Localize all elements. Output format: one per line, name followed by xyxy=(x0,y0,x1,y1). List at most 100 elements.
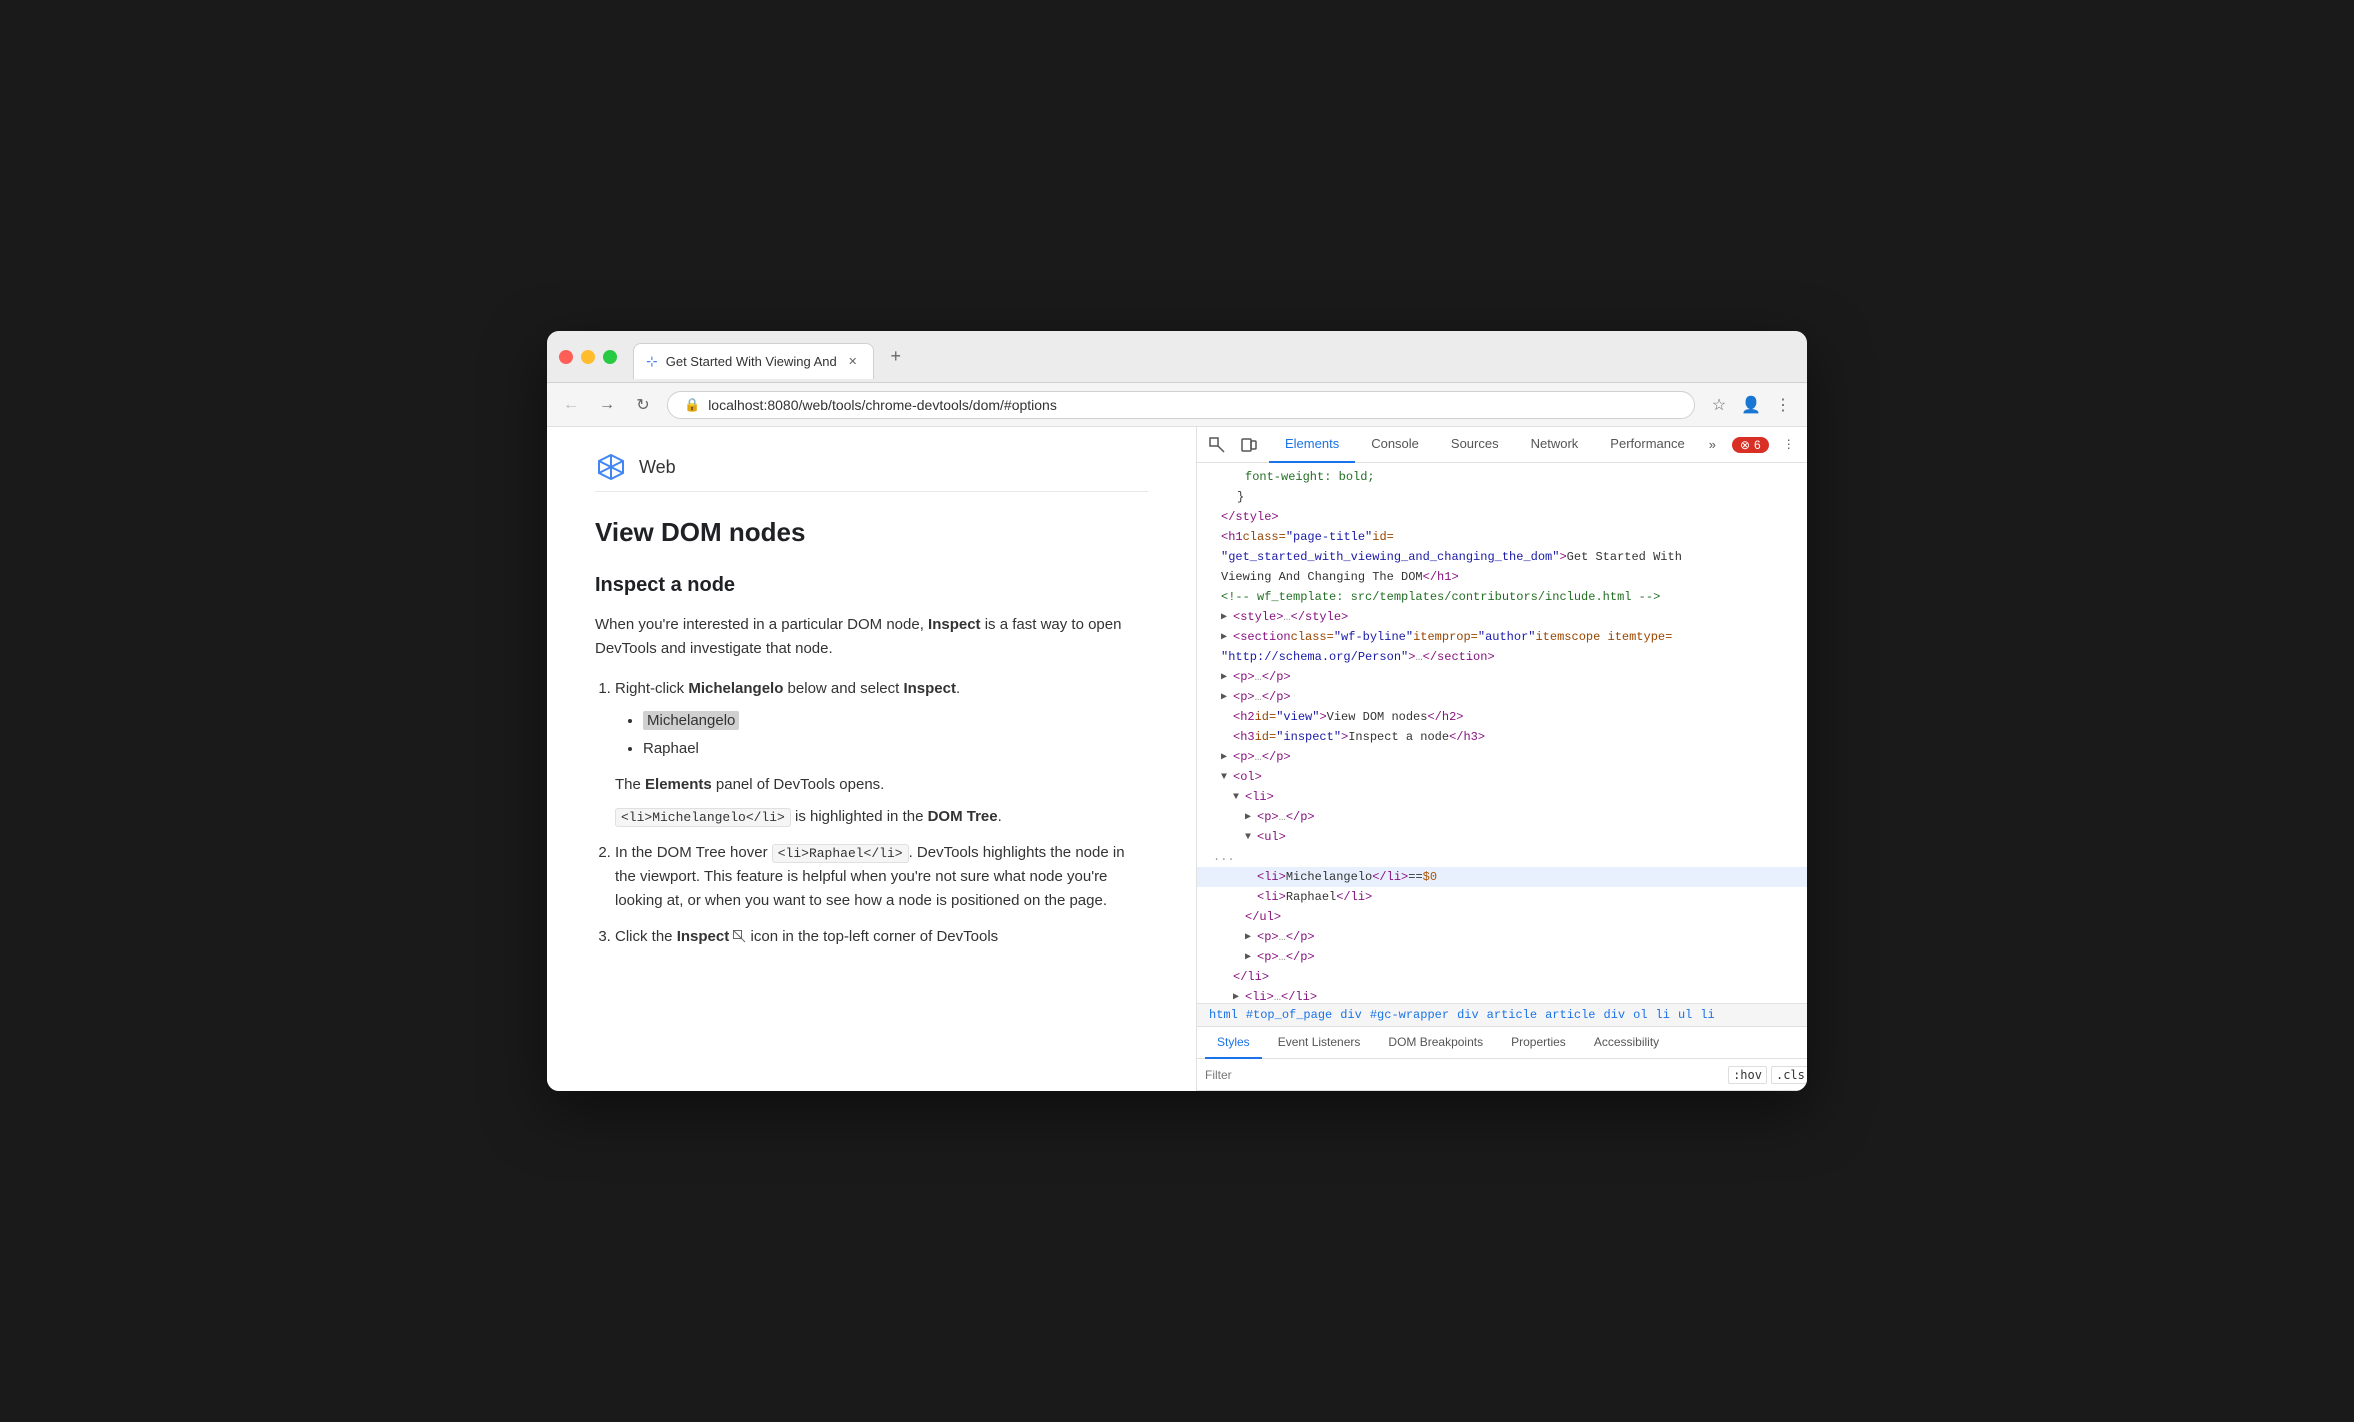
tab-dom-breakpoints[interactable]: DOM Breakpoints xyxy=(1376,1027,1495,1059)
breadcrumb-top-of-page[interactable]: #top_of_page xyxy=(1242,1008,1336,1022)
breadcrumb-gc-wrapper[interactable]: #gc-wrapper xyxy=(1366,1008,1453,1022)
dom-line-li1: ▼ <li> xyxy=(1197,787,1807,807)
raphael-text: Raphael xyxy=(643,740,699,757)
inspect-element-button[interactable] xyxy=(1205,433,1229,457)
dom-line-michelangelo[interactable]: <li>Michelangelo</li> == $0 xyxy=(1197,867,1807,887)
breadcrumb-div1[interactable]: div xyxy=(1336,1008,1366,1022)
site-name: Web xyxy=(639,457,676,478)
menu-icon[interactable]: ⋮ xyxy=(1771,393,1795,417)
tab-accessibility[interactable]: Accessibility xyxy=(1582,1027,1671,1059)
tab-properties[interactable]: Properties xyxy=(1499,1027,1578,1059)
filter-pseudo-buttons: :hov .cls xyxy=(1728,1066,1807,1084)
tab-favicon-icon: ⊹ xyxy=(646,353,658,370)
breadcrumb-html[interactable]: html xyxy=(1205,1008,1242,1022)
tab-styles[interactable]: Styles xyxy=(1205,1027,1262,1059)
page-content: Web View DOM nodes Inspect a node When y… xyxy=(547,427,1197,1091)
dom-line-li1-close: </li> xyxy=(1197,967,1807,987)
page-section-title: View DOM nodes xyxy=(595,516,1148,550)
error-badge[interactable]: ⊗ 6 xyxy=(1732,437,1769,453)
inspect-bold-step3: Inspect xyxy=(677,928,730,945)
breadcrumb-ul[interactable]: ul xyxy=(1674,1008,1696,1022)
breadcrumb-li[interactable]: li xyxy=(1652,1008,1674,1022)
dom-line-p1: ▶ <p>…</p> xyxy=(1197,667,1807,687)
dom-line-section-b: "http://schema.org/Person">…</section> xyxy=(1197,647,1807,667)
devtools-actions: ⋮ ✕ xyxy=(1777,433,1807,457)
devtools-close-button[interactable]: ✕ xyxy=(1805,433,1807,457)
dom-line-style-close: </style> xyxy=(1197,507,1807,527)
tab-performance[interactable]: Performance xyxy=(1594,427,1700,463)
security-lock-icon: 🔒 xyxy=(684,397,700,413)
dom-line: } xyxy=(1197,487,1807,507)
step-1: Right-click Michelangelo below and selec… xyxy=(615,677,1148,829)
error-icon: ⊗ xyxy=(1740,438,1750,452)
step-2: In the DOM Tree hover <li>Raphael</li>. … xyxy=(615,841,1148,913)
dom-line-h2: <h2 id="view" >View DOM nodes</h2> xyxy=(1197,707,1807,727)
url-bar[interactable]: 🔒 localhost:8080/web/tools/chrome-devtoo… xyxy=(667,391,1695,419)
tab-title: Get Started With Viewing And xyxy=(666,354,837,369)
tab-console[interactable]: Console xyxy=(1355,427,1435,463)
dom-line-p-after2: ▶ <p>…</p> xyxy=(1197,947,1807,967)
dom-tree-bold: DOM Tree xyxy=(928,808,998,825)
dom-line-comment: <!-- wf_template: src/templates/contribu… xyxy=(1197,587,1807,607)
devtools-toolbar: Elements Console Sources Network Perform… xyxy=(1197,427,1807,463)
account-icon[interactable]: 👤 xyxy=(1739,393,1763,417)
dom-line-ul-close: </ul> xyxy=(1197,907,1807,927)
subsection-heading: Inspect a node xyxy=(595,574,1148,597)
dom-line-p-after1: ▶ <p>…</p> xyxy=(1197,927,1807,947)
close-traffic-light[interactable] xyxy=(559,350,573,364)
tab-close-button[interactable]: ✕ xyxy=(845,353,861,369)
maximize-traffic-light[interactable] xyxy=(603,350,617,364)
error-count: 6 xyxy=(1754,438,1761,452)
steps-list: Right-click Michelangelo below and selec… xyxy=(595,677,1148,949)
tab-elements[interactable]: Elements xyxy=(1269,427,1355,463)
bookmark-icon[interactable]: ☆ xyxy=(1707,393,1731,417)
reload-button[interactable]: ↻ xyxy=(631,393,655,417)
elements-bold: Elements xyxy=(645,776,712,793)
breadcrumb-article1[interactable]: article xyxy=(1483,1008,1541,1022)
minimize-traffic-light[interactable] xyxy=(581,350,595,364)
dom-line-ul: ▼ <ul> xyxy=(1197,827,1807,847)
breadcrumb-article2[interactable]: article xyxy=(1541,1008,1599,1022)
tab-network[interactable]: Network xyxy=(1515,427,1595,463)
title-bar: ⊹ Get Started With Viewing And ✕ + xyxy=(547,331,1807,383)
intro-paragraph: When you're interested in a particular D… xyxy=(595,613,1148,661)
michelangelo-item: Michelangelo xyxy=(643,709,1148,733)
michelangelo-bold: Michelangelo xyxy=(688,680,783,697)
breadcrumb-li2[interactable]: li xyxy=(1696,1008,1718,1022)
dom-line-style-collapsed: ▶ <style>…</style> xyxy=(1197,607,1807,627)
dom-line-h1a: <h1 class="page-title" id= xyxy=(1197,527,1807,547)
address-bar-actions: ☆ 👤 ⋮ xyxy=(1707,393,1795,417)
dom-line-raphael: <li>Raphael</li> xyxy=(1197,887,1807,907)
step3-text: Click the Inspect icon in the top-left c… xyxy=(615,928,998,945)
browser-window: ⊹ Get Started With Viewing And ✕ + ← → ↻… xyxy=(547,331,1807,1091)
raphael-code: <li>Raphael</li> xyxy=(772,844,909,863)
content-area: Web View DOM nodes Inspect a node When y… xyxy=(547,427,1807,1091)
device-toolbar-button[interactable] xyxy=(1237,433,1261,457)
tab-event-listeners[interactable]: Event Listeners xyxy=(1266,1027,1373,1059)
devtools-menu-button[interactable]: ⋮ xyxy=(1777,433,1801,457)
cls-filter-button[interactable]: .cls xyxy=(1771,1066,1807,1084)
dom-line: font-weight: bold; xyxy=(1197,467,1807,487)
step1-text: Right-click Michelangelo below and selec… xyxy=(615,680,960,697)
more-tabs-button[interactable]: » xyxy=(1701,437,1724,452)
breadcrumb-div3[interactable]: div xyxy=(1600,1008,1630,1022)
back-button[interactable]: ← xyxy=(559,393,583,417)
dom-tree: font-weight: bold; } </style> <h1 class=… xyxy=(1197,463,1807,1003)
active-tab[interactable]: ⊹ Get Started With Viewing And ✕ xyxy=(633,343,874,379)
dom-line-li1-p: ▶ <p>…</p> xyxy=(1197,807,1807,827)
hov-filter-button[interactable]: :hov xyxy=(1728,1066,1767,1084)
inspect-cursor-icon xyxy=(733,930,746,943)
breadcrumb-ol[interactable]: ol xyxy=(1629,1008,1651,1022)
dom-line-h1c: Viewing And Changing The DOM</h1> xyxy=(1197,567,1807,587)
forward-button[interactable]: → xyxy=(595,393,619,417)
filter-input[interactable] xyxy=(1205,1068,1720,1082)
new-tab-button[interactable]: + xyxy=(882,343,910,371)
elements-panel-text: The Elements panel of DevTools opens. xyxy=(615,773,1148,797)
site-header: Web xyxy=(595,451,1148,492)
tab-sources[interactable]: Sources xyxy=(1435,427,1515,463)
site-logo-icon xyxy=(595,451,627,483)
inspect-bold: Inspect xyxy=(928,616,981,633)
dom-line-h3: <h3 id="inspect" >Inspect a node</h3> xyxy=(1197,727,1807,747)
breadcrumb-div2[interactable]: div xyxy=(1453,1008,1483,1022)
dom-line-p2: ▶ <p>…</p> xyxy=(1197,687,1807,707)
